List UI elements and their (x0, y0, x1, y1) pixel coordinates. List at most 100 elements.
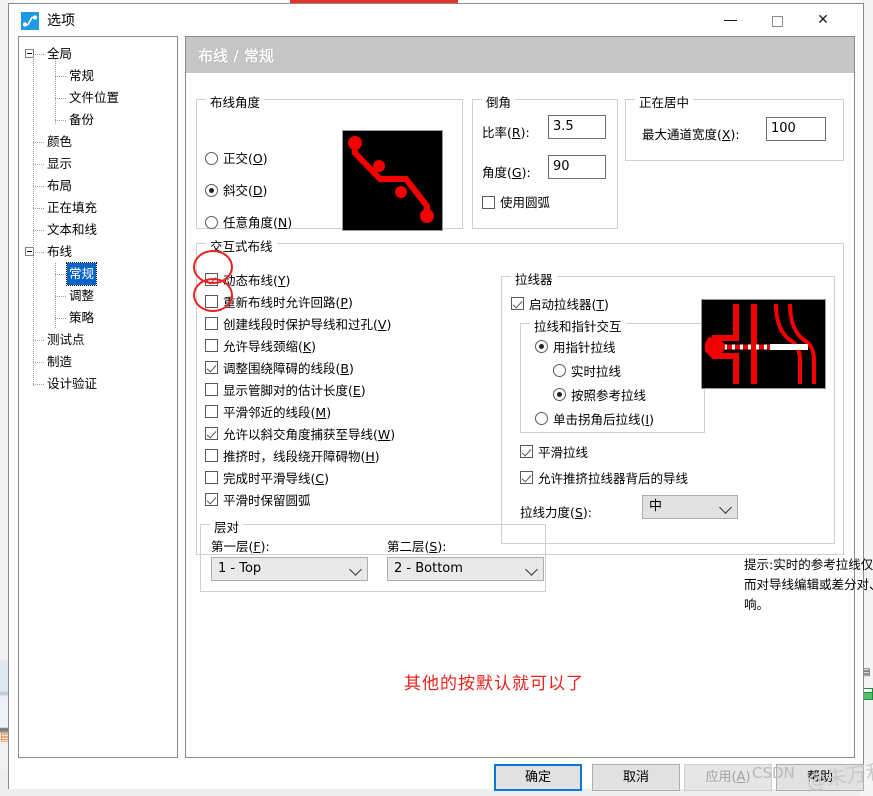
interactive-item-checkbox[interactable] (205, 427, 218, 440)
interactive-item-checkbox[interactable] (205, 317, 218, 330)
tree-item-label: 全局 (47, 46, 73, 61)
tree-item-14[interactable]: 制造 (19, 351, 177, 373)
push-behind-puller-checkbox[interactable] (520, 471, 533, 484)
second-layer-value: 2 - Bottom (394, 561, 463, 576)
interactive-routing-group: 交互式布线 动态布线(Y) 重新布线时允许回路(P) 创建线段时保护导线和过孔(V)… (196, 236, 844, 555)
radio-pull-with-pointer[interactable] (535, 340, 548, 353)
close-button[interactable]: ✕ (800, 4, 846, 36)
tree-item-label: 颜色 (47, 134, 73, 149)
chamfer-angle-input[interactable]: 90 (548, 155, 606, 179)
push-behind-puller-label: 允许推挤拉线器背后的导线 (538, 471, 689, 486)
centering-group: 正在居中 最大通道宽度(X): 100 (625, 92, 844, 161)
pull-strength-value: 中 (649, 499, 663, 514)
pull-pointer-legend: 拉线和指针交互 (530, 316, 626, 335)
interactive-item-checkbox[interactable] (205, 339, 218, 352)
content-pane: 布线 / 常规 布线角度 正交(O) 斜交(D) 任意角度(N) 倒角 比率(R… (185, 36, 873, 758)
cancel-button[interactable]: 取消 (592, 764, 680, 791)
tree-item-1[interactable]: 常规 (19, 65, 177, 87)
second-layer-combo[interactable]: 2 - Bottom (387, 557, 544, 581)
route-angle-group: 布线角度 正交(O) 斜交(D) 任意角度(N) (196, 92, 463, 231)
tree-item-label: 布局 (47, 178, 73, 193)
interactive-item-label: 推挤时，线段绕开障碍物(H) (223, 449, 380, 464)
tree-item-4[interactable]: 颜色 (19, 131, 177, 153)
ok-button[interactable]: 确定 (494, 764, 582, 791)
chamfer-ratio-input[interactable]: 3.5 (548, 115, 606, 139)
first-layer-label: 第一层(F): (211, 539, 270, 554)
maximize-button[interactable] (754, 4, 800, 36)
radio-realtime-pull-label: 实时拉线 (571, 364, 622, 379)
max-channel-width-input[interactable]: 100 (766, 117, 826, 141)
minimize-button[interactable] (708, 4, 754, 36)
interactive-item-checkbox[interactable] (205, 449, 218, 462)
tree-item-label: 制造 (47, 354, 73, 369)
tree-item-9[interactable]: 布线 (19, 241, 177, 263)
app-icon (21, 12, 39, 30)
tree-item-10[interactable]: 常规 (19, 262, 177, 286)
tree-item-0[interactable]: 全局 (19, 43, 177, 65)
tree-item-3[interactable]: 备份 (19, 109, 177, 131)
tree-item-label: 正在填充 (47, 200, 98, 215)
tree-item-12[interactable]: 策略 (19, 307, 177, 329)
radio-realtime-pull[interactable] (553, 364, 566, 377)
radio-click-corner-pull-label: 单击拐角后拉线(I) (553, 412, 654, 427)
radio-orthogonal[interactable] (205, 152, 218, 165)
tree-item-label: 策略 (69, 310, 95, 325)
page-title: 布线 / 常规 (198, 47, 274, 65)
chamfer-ratio-label: 比率(R): (482, 125, 530, 140)
interactive-item-checkbox[interactable] (205, 383, 218, 396)
enable-puller-checkbox[interactable] (511, 297, 524, 310)
settings-tree[interactable]: 全局 常规 文件位置 备份 颜色 显示 布局 正在填充 文本和线 布线 常规 调整 策略 测试点 制造 设计验… (18, 36, 178, 758)
radio-orthogonal-label: 正交(O) (223, 151, 268, 166)
interactive-item-label: 完成时平滑导线(C) (223, 471, 330, 486)
tree-item-label: 显示 (47, 156, 73, 171)
radio-diagonal[interactable] (205, 184, 218, 197)
radio-any-angle[interactable] (205, 216, 218, 229)
interactive-item-checkbox[interactable] (205, 361, 218, 374)
interactive-item-label: 平滑时保留圆弧 (223, 493, 311, 508)
centering-legend: 正在居中 (635, 92, 694, 111)
hint-text: 提示:实时的参考拉线仅对交互式布线操作有影响，而对导线编辑或差分对、圆弧或蛇形走… (744, 557, 873, 612)
smooth-pull-checkbox[interactable] (520, 445, 533, 458)
tree-item-6[interactable]: 布局 (19, 175, 177, 197)
interactive-item-label: 允许以斜交角度捕获至导线(W) (223, 427, 396, 442)
radio-reference-pull[interactable] (553, 388, 566, 401)
tree-item-11[interactable]: 调整 (19, 285, 177, 307)
interactive-item-checkbox[interactable] (205, 471, 218, 484)
chamfer-group: 倒角 比率(R): 3.5 角度(G): 90 使用圆弧 (472, 92, 618, 229)
tree-item-7[interactable]: 正在填充 (19, 197, 177, 219)
tree-item-13[interactable]: 测试点 (19, 329, 177, 351)
interactive-item-checkbox[interactable] (205, 493, 218, 506)
radio-reference-pull-label: 按照参考拉线 (571, 388, 647, 403)
use-arc-checkbox[interactable] (482, 196, 495, 209)
tree-item-label: 备份 (69, 112, 95, 127)
annotation-ellipse-2 (193, 278, 233, 312)
tree-item-label: 文本和线 (47, 222, 98, 237)
puller-group: 拉线器 启动拉线器(T) 拉线和指针交互 用指针拉线 实时拉线 按照参考拉线 单… (501, 269, 835, 544)
tree-item-15[interactable]: 设计验证 (19, 373, 177, 395)
window-title: 选项 (47, 13, 75, 29)
tree-item-5[interactable]: 显示 (19, 153, 177, 175)
tree-spine-global (55, 59, 56, 125)
interactive-item-label: 显示管脚对的估计长度(E) (223, 383, 366, 398)
tree-item-2[interactable]: 文件位置 (19, 87, 177, 109)
first-layer-combo[interactable]: 1 - Top (211, 557, 368, 581)
pull-strength-label: 拉线力度(S): (520, 505, 592, 520)
first-layer-value: 1 - Top (218, 561, 262, 576)
max-channel-width-label: 最大通道宽度(X): (642, 127, 740, 142)
route-angle-legend: 布线角度 (206, 92, 265, 111)
tree-item-8[interactable]: 文本和线 (19, 219, 177, 241)
tree-spine-routing (55, 263, 56, 329)
chamfer-angle-label: 角度(G): (482, 165, 531, 180)
tree-item-label: 调整 (69, 288, 95, 303)
interactive-item-checkbox[interactable] (205, 405, 218, 418)
layer-pair-group: 层对 第一层(F): 第二层(S): 1 - Top 2 - Bottom (200, 517, 546, 592)
radio-diagonal-label: 斜交(D) (223, 183, 268, 198)
interactive-item-label: 平滑邻近的线段(M) (223, 405, 332, 420)
interactive-item-label: 调整围绕障碍的线段(B) (223, 361, 354, 376)
layer-pair-legend: 层对 (210, 517, 244, 536)
options-dialog: 选项 ✕ 全局 常规 文件位置 备份 颜色 显示 布局 正在填充 文本和线 布线 常规 调整 策略 测试点… (8, 3, 873, 791)
radio-click-corner-pull[interactable] (535, 412, 548, 425)
pull-pointer-subgroup: 拉线和指针交互 用指针拉线 实时拉线 按照参考拉线 单击拐角后拉线(I) (520, 316, 705, 433)
pull-strength-combo[interactable]: 中 (642, 495, 738, 519)
chevron-down-icon (719, 501, 732, 514)
